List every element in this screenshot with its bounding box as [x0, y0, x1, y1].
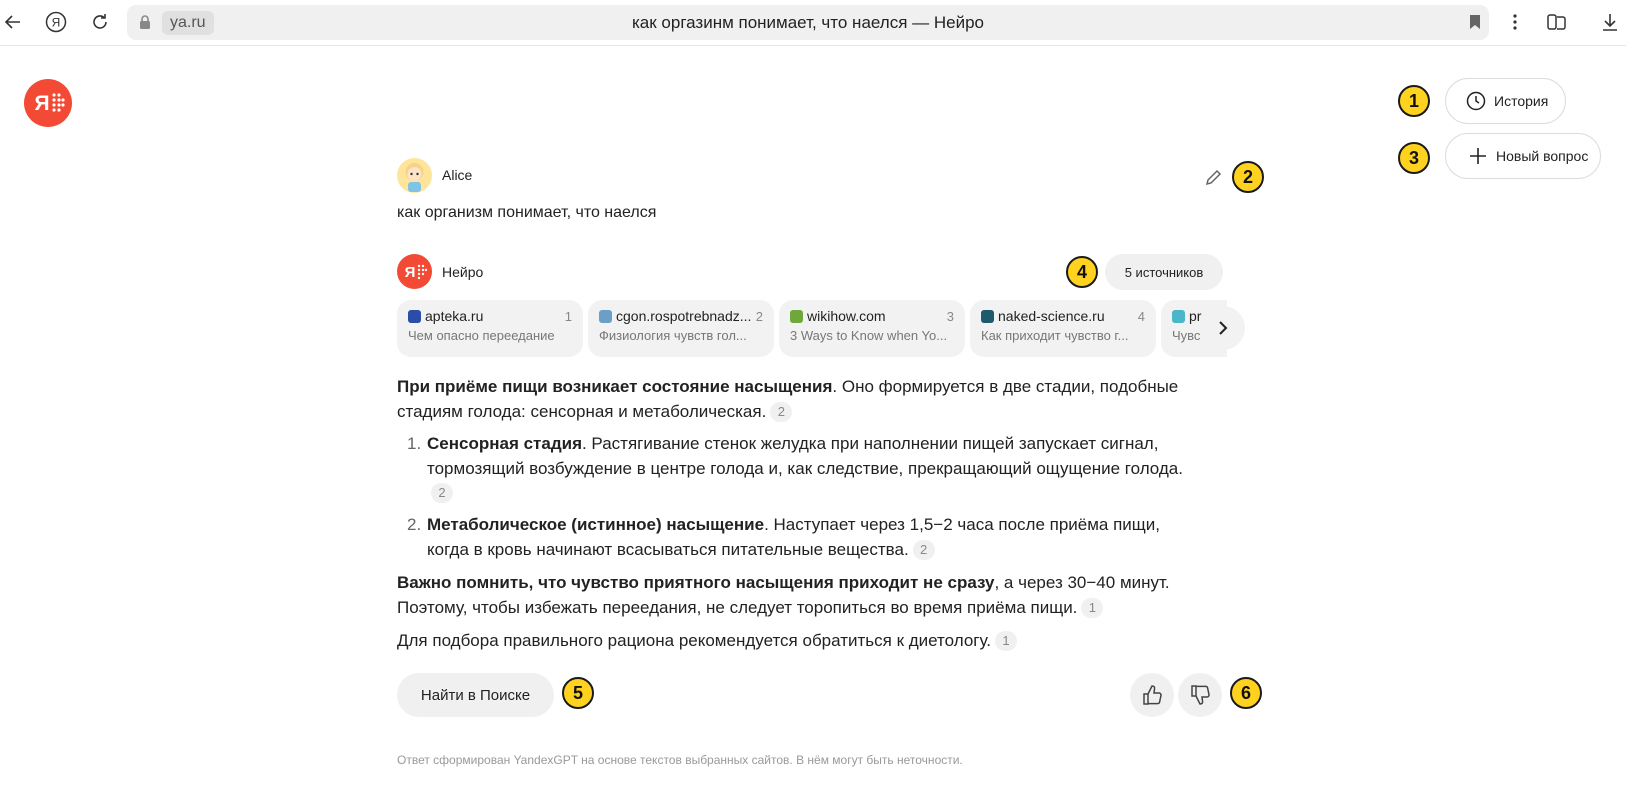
- history-label: История: [1494, 93, 1549, 109]
- annotation-marker-6: 6: [1230, 677, 1262, 709]
- source-card[interactable]: apteka.ru 1 Чем опасно переедание: [397, 300, 583, 357]
- new-question-button[interactable]: Новый вопрос: [1445, 133, 1601, 179]
- bookmark-icon[interactable]: [1469, 14, 1481, 30]
- source-description: Как приходит чувство г...: [981, 328, 1129, 343]
- neuro-avatar: Я: [397, 254, 432, 289]
- answer-bold: При приёме пищи возникает состояние насы…: [397, 377, 833, 396]
- annotation-marker-3: 3: [1398, 142, 1430, 174]
- new-question-label: Новый вопрос: [1496, 148, 1589, 164]
- answer-bold: Метаболическое (истинное) насыщение: [427, 515, 765, 534]
- list-number: 2.: [407, 515, 422, 534]
- answer-bold: Сенсорная стадия: [427, 434, 582, 453]
- thumbs-down-icon: [1191, 685, 1210, 705]
- reference-badge[interactable]: 1: [1081, 597, 1104, 618]
- svg-text:Я: Я: [52, 16, 61, 30]
- list-number: 1.: [407, 434, 422, 453]
- dislike-button[interactable]: [1178, 673, 1222, 717]
- reference-badge[interactable]: 2: [770, 401, 793, 422]
- assistant-name: Нейро: [442, 264, 484, 280]
- user-name: Alice: [442, 167, 473, 183]
- clock-icon: [1466, 91, 1486, 111]
- like-button[interactable]: [1130, 673, 1174, 717]
- source-host: apteka.ru: [425, 308, 484, 324]
- sources-button[interactable]: 5 источников: [1105, 254, 1223, 290]
- svg-text:Я: Я: [405, 264, 416, 281]
- source-card[interactable]: wikihow.com 3 3 Ways to Know when Yo...: [779, 300, 965, 357]
- answer-paragraph-1: При приёме пищи возникает состояние насы…: [397, 375, 1207, 424]
- disclaimer-footer: Ответ сформирован YandexGPT на основе те…: [397, 753, 963, 767]
- page-title: как оргазинм понимает, что наелся — Нейр…: [631, 13, 984, 32]
- answer-bold: Важно помнить, что чувство приятного нас…: [397, 573, 995, 592]
- address-bar[interactable]: ya.ru как оргазинм понимает, что наелся …: [127, 5, 1489, 40]
- source-host: wikihow.com: [807, 308, 886, 324]
- chevron-right-icon: [1219, 321, 1228, 335]
- favicon-icon: [599, 309, 612, 323]
- user-question: как организм понимает, что наелся: [397, 204, 657, 221]
- annotation-marker-1: 1: [1398, 85, 1430, 117]
- source-number: 2: [755, 309, 763, 324]
- svg-text:Я: Я: [34, 92, 49, 115]
- source-description: 3 Ways to Know when Yo...: [790, 328, 948, 343]
- download-icon[interactable]: [1597, 9, 1623, 35]
- annotation-marker-2: 2: [1232, 161, 1264, 193]
- edit-pencil-icon[interactable]: [1203, 168, 1223, 188]
- source-card[interactable]: naked-science.ru 4 Как приходит чувство …: [970, 300, 1156, 357]
- source-number: 4: [1137, 309, 1145, 324]
- plus-icon: [1470, 148, 1486, 164]
- source-host: pr: [1189, 308, 1202, 324]
- source-card[interactable]: cgon.rospotrebnadz... 2 Физиология чувст…: [588, 300, 774, 357]
- source-description: Чем опасно переедание: [408, 328, 555, 343]
- yandex-home-icon[interactable]: Я: [43, 9, 69, 35]
- answer-paragraph-2: Важно помнить, что чувство приятного нас…: [397, 571, 1207, 620]
- annotation-marker-5: 5: [562, 677, 594, 709]
- favicon-icon: [408, 309, 421, 323]
- annotation-marker-4: 4: [1066, 256, 1098, 288]
- thumbs-up-icon: [1143, 685, 1162, 705]
- source-host: naked-science.ru: [998, 308, 1105, 324]
- favicon-icon: [790, 309, 803, 323]
- list-item: 1. Сенсорная стадия. Растягивание стенок…: [397, 432, 1197, 506]
- answer-paragraph-3: Для подбора правильного рациона рекоменд…: [397, 629, 1207, 654]
- list-item: 2. Метаболическое (истинное) насыщение. …: [397, 513, 1197, 562]
- answer-text: Для подбора правильного рациона рекоменд…: [397, 631, 991, 650]
- reference-badge[interactable]: 1: [995, 631, 1017, 651]
- favicon-icon: [1172, 309, 1185, 323]
- more-menu-icon[interactable]: [1502, 9, 1528, 35]
- carousel-next-button[interactable]: [1201, 306, 1245, 350]
- source-number: 3: [946, 309, 954, 324]
- favicon-icon: [981, 309, 994, 323]
- find-in-search-button[interactable]: Найти в Поиске: [397, 673, 554, 717]
- reference-badge[interactable]: 2: [912, 539, 935, 560]
- browser-toolbar: Я ya.ru как оргазинм понимает, что наелс…: [0, 0, 1626, 46]
- reload-icon[interactable]: [87, 9, 113, 35]
- source-host: cgon.rospotrebnadz...: [616, 308, 752, 324]
- yandex-neuro-logo[interactable]: Я: [24, 79, 72, 127]
- back-arrow-icon[interactable]: [0, 9, 26, 35]
- user-avatar: [397, 158, 432, 193]
- extensions-icon[interactable]: [1544, 9, 1570, 35]
- source-description: Физиология чувств гол...: [599, 328, 747, 343]
- history-button[interactable]: История: [1445, 78, 1566, 124]
- reference-badge[interactable]: 2: [431, 483, 453, 503]
- sources-carousel: apteka.ru 1 Чем опасно переедание cgon.r…: [397, 300, 1227, 357]
- source-number: 1: [564, 309, 572, 324]
